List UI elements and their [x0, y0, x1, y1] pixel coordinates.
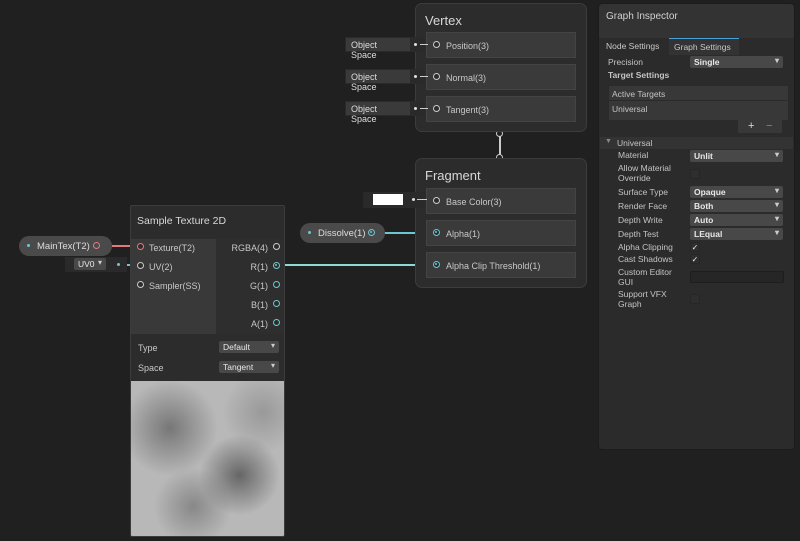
material-label: Material	[618, 150, 649, 160]
output-label: B(1)	[250, 300, 268, 310]
cast-shadows-label: Cast Shadows	[618, 254, 673, 264]
dissolve-port-icon[interactable]	[368, 229, 375, 236]
surface-type-dropdown[interactable]: Opaque	[690, 186, 783, 198]
sample-texture-title: Sample Texture 2D	[137, 215, 227, 227]
port-label: Alpha Clip Threshold(1)	[446, 261, 541, 271]
stub	[410, 101, 428, 116]
active-targets-list: Active Targets Universal	[608, 85, 789, 121]
port-icon[interactable]	[433, 261, 440, 268]
uv-channel-dropdown[interactable]: UV0	[74, 258, 106, 270]
port-icon[interactable]	[433, 41, 440, 48]
stub	[410, 37, 428, 52]
support-vfx-graph-checkbox[interactable]	[690, 294, 700, 304]
fragment-port-base-color[interactable]: Base Color(3)	[426, 188, 576, 214]
port-label: Alpha(1)	[446, 229, 481, 239]
port-label: Normal(3)	[446, 73, 487, 83]
fragment-title: Fragment	[425, 168, 481, 183]
material-dropdown[interactable]: Unlit	[690, 150, 783, 162]
space-dropdown[interactable]: Tangent	[219, 361, 279, 373]
dissolve-label: Dissolve(1)	[318, 228, 366, 239]
a-port-icon[interactable]	[273, 319, 280, 326]
base-color-input[interactable]	[363, 192, 427, 208]
output-label: RGBA(4)	[231, 243, 268, 253]
tangent-space-input[interactable]: Object Space	[345, 101, 411, 124]
foldout-arrow-icon[interactable]: ▼	[605, 138, 612, 145]
vertex-title: Vertex	[425, 13, 462, 28]
b-port-icon[interactable]	[273, 300, 280, 307]
type-label: Type	[138, 343, 158, 353]
depth-write-label: Depth Write	[618, 215, 663, 225]
tab-node-settings[interactable]: Node Settings	[606, 41, 659, 51]
port-icon[interactable]	[433, 229, 440, 236]
g-port-icon[interactable]	[273, 281, 280, 288]
cast-shadows-checkbox[interactable]: ✓	[690, 254, 700, 264]
graph-inspector: Graph Inspector Node Settings Graph Sett…	[598, 3, 795, 450]
rgba-port-icon[interactable]	[273, 243, 280, 250]
port-icon[interactable]	[433, 73, 440, 80]
outputs-panel: RGBA(4) R(1) G(1) B(1) A(1)	[216, 239, 284, 334]
inputs-panel: Texture(T2) UV(2) Sampler(SS)	[131, 239, 216, 334]
port-label: Base Color(3)	[446, 197, 502, 207]
uv-input[interactable]: UV0	[65, 257, 127, 272]
allow-material-override-checkbox[interactable]	[690, 169, 700, 179]
dissolve-property[interactable]: Dissolve(1)	[300, 223, 385, 243]
vertex-port-normal[interactable]: Normal(3)	[426, 64, 576, 90]
space-label: Space	[138, 363, 164, 373]
position-space-input[interactable]: Object Space	[345, 37, 411, 60]
texture-preview	[131, 381, 284, 536]
list-buttons: + −	[738, 120, 782, 133]
allow-material-override-label: Allow Material Override	[618, 163, 671, 183]
wire-r-alphaclip	[280, 264, 432, 266]
maintex-label: MainTex(T2)	[37, 241, 90, 252]
texture-port-icon[interactable]	[137, 243, 144, 250]
vertex-port-position[interactable]: Position(3)	[426, 32, 576, 58]
inspector-title: Graph Inspector	[606, 11, 678, 22]
target-settings-heading: Target Settings	[608, 70, 670, 80]
uv-port-icon[interactable]	[137, 262, 144, 269]
normal-space-input[interactable]: Object Space	[345, 69, 411, 92]
vertex-port-tangent[interactable]: Tangent(3)	[426, 96, 576, 122]
r-port-icon[interactable]	[273, 262, 280, 269]
port-icon[interactable]	[433, 197, 440, 204]
precision-dropdown[interactable]: Single	[690, 56, 783, 68]
fragment-node[interactable]: Fragment Base Color(3) Alpha(1) Alpha Cl…	[415, 158, 587, 288]
vertex-node[interactable]: Vertex Position(3) Normal(3) Tangent(3)	[415, 3, 587, 132]
depth-test-dropdown[interactable]: LEqual	[690, 228, 783, 240]
section-label: Universal	[617, 138, 653, 148]
port-label: Position(3)	[446, 41, 490, 51]
active-targets-header: Active Targets	[612, 89, 666, 99]
sample-texture-node[interactable]: Sample Texture 2D Texture(T2) UV(2) Samp…	[130, 205, 285, 537]
input-label: Texture(T2)	[149, 243, 196, 253]
remove-target-button[interactable]: −	[766, 120, 772, 132]
port-icon[interactable]	[433, 105, 440, 112]
surface-type-label: Surface Type	[618, 187, 668, 197]
alpha-clipping-checkbox[interactable]: ✓	[690, 242, 700, 252]
fragment-port-alpha[interactable]: Alpha(1)	[426, 220, 576, 246]
output-label: R(1)	[250, 262, 269, 272]
target-item-universal[interactable]: Universal	[612, 104, 647, 114]
alpha-clipping-label: Alpha Clipping	[618, 242, 673, 252]
custom-editor-gui-label: Custom Editor GUI	[618, 267, 672, 287]
sampler-port-icon[interactable]	[137, 281, 144, 288]
input-label: UV(2)	[149, 262, 173, 272]
render-face-dropdown[interactable]: Both	[690, 200, 783, 212]
precision-label: Precision	[608, 57, 643, 67]
maintex-property[interactable]: MainTex(T2)	[19, 236, 112, 256]
support-vfx-graph-label: Support VFX Graph	[618, 289, 667, 309]
universal-section-header[interactable]: ▼ Universal	[600, 137, 793, 149]
stub	[410, 69, 428, 84]
render-face-label: Render Face	[618, 201, 668, 211]
depth-test-label: Depth Test	[618, 229, 659, 239]
add-target-button[interactable]: +	[748, 120, 754, 132]
input-label: Sampler(SS)	[149, 281, 201, 291]
output-label: A(1)	[250, 319, 268, 329]
maintex-port-icon[interactable]	[93, 242, 100, 249]
port-label: Tangent(3)	[446, 105, 490, 115]
output-label: G(1)	[250, 281, 268, 291]
tab-graph-settings[interactable]: Graph Settings	[669, 38, 739, 55]
depth-write-dropdown[interactable]: Auto	[690, 214, 783, 226]
type-dropdown[interactable]: Default	[219, 341, 279, 353]
custom-editor-gui-input[interactable]	[690, 271, 784, 283]
fragment-port-alpha-clip[interactable]: Alpha Clip Threshold(1)	[426, 252, 576, 278]
